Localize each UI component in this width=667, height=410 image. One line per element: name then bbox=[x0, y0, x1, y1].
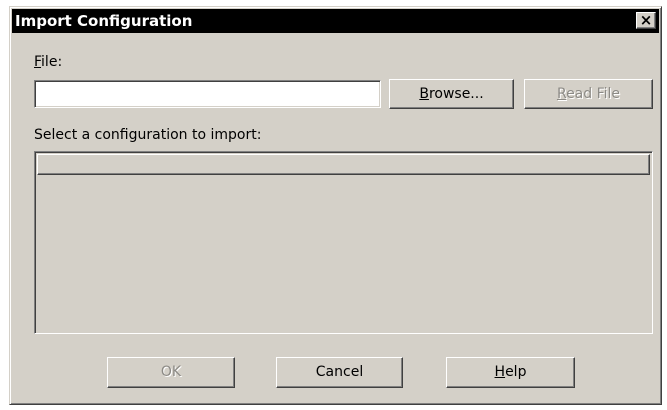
list-column-header[interactable] bbox=[37, 154, 650, 175]
title-bar[interactable]: Import Configuration × bbox=[12, 9, 659, 33]
read-file-button[interactable]: Read File bbox=[524, 79, 653, 109]
file-label: File: bbox=[34, 54, 62, 70]
help-button[interactable]: Help bbox=[446, 357, 575, 388]
cancel-button[interactable]: Cancel bbox=[276, 357, 403, 388]
browse-button[interactable]: Browse... bbox=[389, 79, 514, 109]
browse-mnemonic: B bbox=[419, 86, 429, 102]
browse-label-rest: rowse... bbox=[428, 86, 484, 102]
dialog-title: Import Configuration bbox=[15, 12, 193, 30]
close-icon: × bbox=[639, 11, 653, 29]
select-configuration-label: Select a configuration to import: bbox=[34, 127, 262, 143]
help-label-rest: elp bbox=[505, 364, 527, 380]
close-button[interactable]: × bbox=[636, 12, 656, 29]
import-configuration-dialog: Import Configuration × File: Browse... R… bbox=[9, 6, 662, 405]
read-file-label-rest: ead File bbox=[566, 86, 621, 102]
configuration-list[interactable] bbox=[34, 151, 653, 334]
ok-button[interactable]: OK bbox=[107, 357, 235, 388]
help-mnemonic: H bbox=[494, 364, 506, 380]
read-file-mnemonic: R bbox=[556, 86, 567, 102]
file-label-rest: ile: bbox=[41, 54, 63, 70]
file-path-input[interactable] bbox=[34, 80, 381, 108]
file-label-mnemonic: F bbox=[34, 54, 42, 70]
